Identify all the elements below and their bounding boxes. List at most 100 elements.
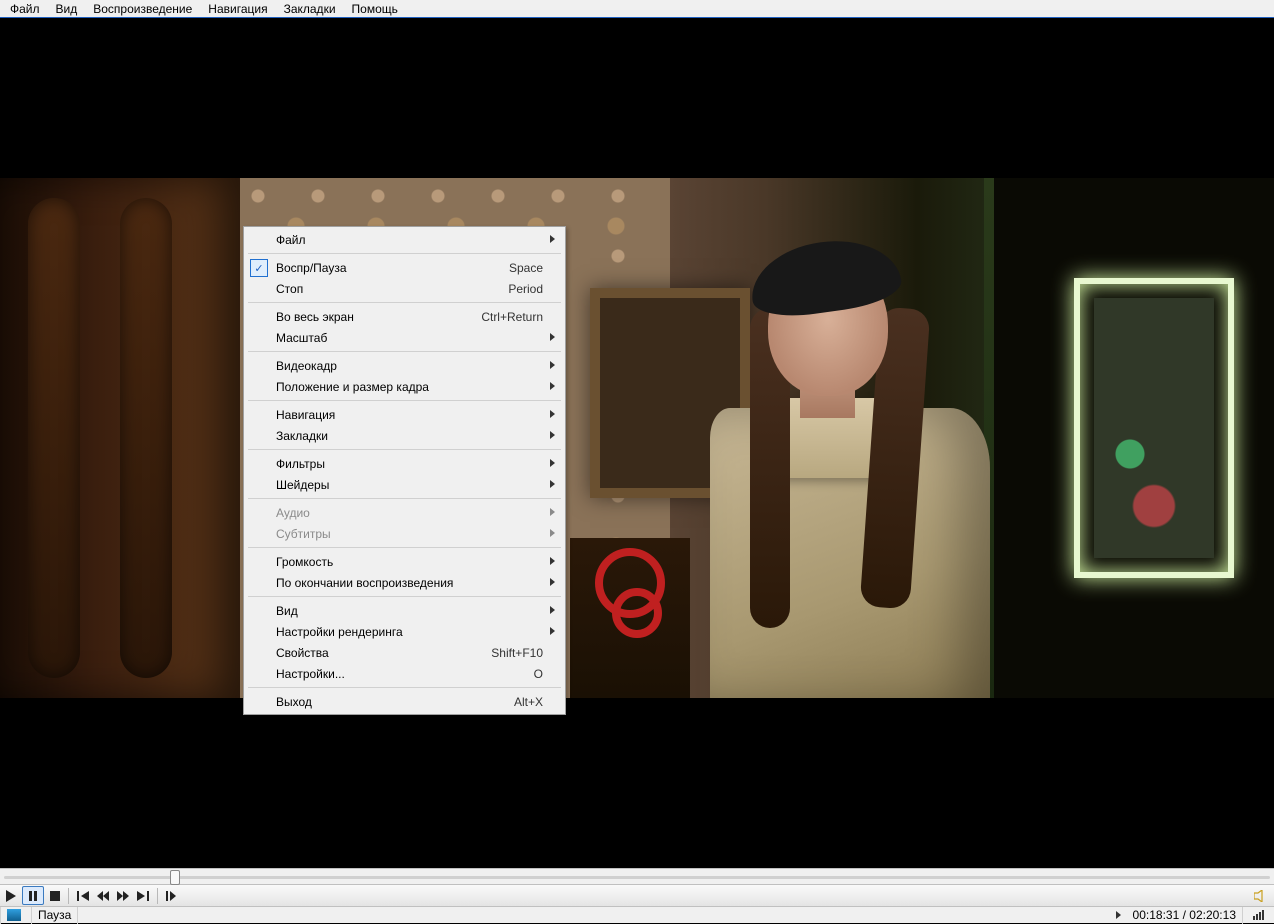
chevron-right-icon xyxy=(550,361,555,369)
pause-icon xyxy=(29,891,37,901)
ctx-label: Вид xyxy=(276,604,543,618)
ctx-shortcut: Space xyxy=(509,261,543,275)
ctx-label: Положение и размер кадра xyxy=(276,380,543,394)
menu-separator xyxy=(248,498,561,499)
context-menu: Файл✓Воспр/ПаузаSpaceСтопPeriodВо весь э… xyxy=(243,226,566,715)
chevron-right-icon xyxy=(550,480,555,488)
next-track-button[interactable] xyxy=(133,886,153,905)
ctx-item-24[interactable]: Настройки рендеринга xyxy=(246,621,563,642)
file-type-icon xyxy=(7,909,21,921)
pause-button[interactable] xyxy=(22,886,44,905)
status-time[interactable]: 00:18:31 / 02:20:13 xyxy=(1127,907,1243,924)
ctx-item-2[interactable]: ✓ Воспр/ПаузаSpace xyxy=(246,257,563,278)
chevron-right-icon xyxy=(550,333,555,341)
forward-icon xyxy=(117,891,129,901)
ctx-shortcut: Shift+F10 xyxy=(491,646,543,660)
ctx-item-8[interactable]: Видеокадр xyxy=(246,355,563,376)
frame-step-icon xyxy=(166,891,176,901)
play-icon xyxy=(6,890,16,902)
ctx-item-0[interactable]: Файл xyxy=(246,229,563,250)
menu-file[interactable]: Файл xyxy=(2,0,48,18)
rewind-icon xyxy=(97,891,109,901)
ctx-item-14[interactable]: Фильтры xyxy=(246,453,563,474)
frame-step-button[interactable] xyxy=(162,886,180,905)
seek-thumb[interactable] xyxy=(170,870,180,885)
ctx-label: Видеокадр xyxy=(276,359,543,373)
ctx-shortcut: Ctrl+Return xyxy=(481,310,543,324)
menu-separator xyxy=(248,400,561,401)
menu-navigate[interactable]: Навигация xyxy=(200,0,275,18)
ctx-item-15[interactable]: Шейдеры xyxy=(246,474,563,495)
chevron-right-icon xyxy=(550,410,555,418)
mute-button[interactable] xyxy=(1250,886,1272,905)
ctx-item-26[interactable]: Настройки...O xyxy=(246,663,563,684)
ctx-shortcut: Period xyxy=(508,282,543,296)
ctx-label: По окончании воспроизведения xyxy=(276,576,543,590)
ctx-label: Настройки рендеринга xyxy=(276,625,543,639)
ctx-label: Фильтры xyxy=(276,457,543,471)
ctx-item-3[interactable]: СтопPeriod xyxy=(246,278,563,299)
status-bar: Пауза 00:18:31 / 02:20:13 xyxy=(0,906,1274,923)
ctx-item-25[interactable]: СвойстваShift+F10 xyxy=(246,642,563,663)
ctx-label: Аудио xyxy=(276,506,543,520)
ctx-label: Выход xyxy=(276,695,514,709)
ctx-label: Во весь экран xyxy=(276,310,481,324)
menu-separator xyxy=(248,302,561,303)
ctx-item-28[interactable]: ВыходAlt+X xyxy=(246,691,563,712)
rewind-button[interactable] xyxy=(93,886,113,905)
ctx-item-5[interactable]: Во весь экранCtrl+Return xyxy=(246,306,563,327)
seek-bar[interactable] xyxy=(0,868,1274,885)
speaker-icon xyxy=(1254,890,1268,902)
chevron-right-icon xyxy=(550,508,555,516)
separator xyxy=(157,888,158,904)
ctx-item-23[interactable]: Вид xyxy=(246,600,563,621)
ctx-label: Настройки... xyxy=(276,667,534,681)
menu-separator xyxy=(248,547,561,548)
ctx-label: Воспр/Пауза xyxy=(276,261,509,275)
chevron-right-icon xyxy=(550,235,555,243)
status-file-type xyxy=(0,907,32,924)
check-icon: ✓ xyxy=(250,259,268,277)
ctx-item-18: Субтитры xyxy=(246,523,563,544)
menu-separator xyxy=(248,449,561,450)
ctx-label: Стоп xyxy=(276,282,508,296)
video-area[interactable] xyxy=(0,18,1274,868)
stop-button[interactable] xyxy=(46,886,64,905)
menu-separator xyxy=(248,351,561,352)
menu-playback[interactable]: Воспроизведение xyxy=(85,0,200,18)
forward-button[interactable] xyxy=(113,886,133,905)
ctx-item-12[interactable]: Закладки xyxy=(246,425,563,446)
menu-separator xyxy=(248,687,561,688)
ctx-label: Навигация xyxy=(276,408,543,422)
menu-help[interactable]: Помощь xyxy=(344,0,406,18)
separator xyxy=(68,888,69,904)
stop-icon xyxy=(50,891,60,901)
time-elapsed: 00:18:31 xyxy=(1133,908,1180,922)
menu-view[interactable]: Вид xyxy=(48,0,86,18)
menu-favorites[interactable]: Закладки xyxy=(276,0,344,18)
ctx-item-9[interactable]: Положение и размер кадра xyxy=(246,376,563,397)
chevron-right-icon xyxy=(550,557,555,565)
ctx-item-11[interactable]: Навигация xyxy=(246,404,563,425)
chevron-right-icon xyxy=(550,529,555,537)
ctx-shortcut: Alt+X xyxy=(514,695,543,709)
ctx-item-21[interactable]: По окончании воспроизведения xyxy=(246,572,563,593)
status-state: Пауза xyxy=(32,907,78,924)
ctx-label: Файл xyxy=(276,233,543,247)
ctx-label: Субтитры xyxy=(276,527,543,541)
ctx-item-6[interactable]: Масштаб xyxy=(246,327,563,348)
ctx-label: Громкость xyxy=(276,555,543,569)
skip-prev-icon xyxy=(77,891,89,901)
chevron-right-icon xyxy=(550,459,555,467)
prev-track-button[interactable] xyxy=(73,886,93,905)
chevron-right-icon xyxy=(550,627,555,635)
ctx-item-17: Аудио xyxy=(246,502,563,523)
play-button[interactable] xyxy=(2,886,20,905)
chevron-right-icon xyxy=(550,382,555,390)
chevron-right-icon xyxy=(1116,911,1121,919)
ctx-shortcut: O xyxy=(534,667,543,681)
seek-track xyxy=(4,876,1270,879)
ctx-item-20[interactable]: Громкость xyxy=(246,551,563,572)
status-signal xyxy=(1243,907,1274,924)
time-sep: / xyxy=(1179,908,1189,922)
